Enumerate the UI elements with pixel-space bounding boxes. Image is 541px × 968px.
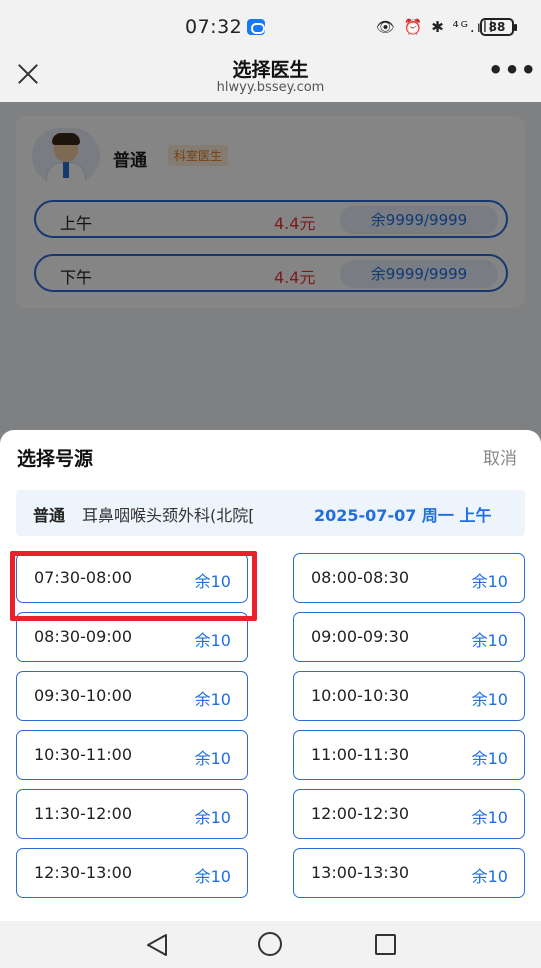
home-circle-icon[interactable] xyxy=(258,932,282,956)
slot-remaining: 余10 xyxy=(471,631,508,650)
time-slot-0900[interactable]: 09:00-09:30 余10 xyxy=(293,612,525,662)
more-menu-button[interactable]: ••• xyxy=(488,56,537,84)
info-date: 2025-07-07 周一 上午 xyxy=(314,506,492,525)
recents-square-icon[interactable] xyxy=(375,934,396,955)
slot-time: 09:30-10:00 xyxy=(34,686,132,705)
notification-app-icon xyxy=(247,19,265,35)
slot-remaining: 余10 xyxy=(471,690,508,709)
slot-remaining: 余10 xyxy=(471,867,508,886)
slot-remaining: 余10 xyxy=(471,808,508,827)
page-title: 选择医生 xyxy=(232,59,309,81)
time-slot-1130[interactable]: 11:30-12:00 余10 xyxy=(16,789,248,839)
title-bar: 选择医生 hlwyy.bssey.com ••• xyxy=(0,46,541,102)
cancel-button[interactable]: 取消 xyxy=(483,444,517,469)
time-slot-1000[interactable]: 10:00-10:30 余10 xyxy=(293,671,525,721)
slot-time: 09:00-09:30 xyxy=(311,627,409,646)
slot-time: 10:30-11:00 xyxy=(34,745,132,764)
slot-remaining: 余10 xyxy=(471,572,508,591)
appointment-info-bar: 普通 耳鼻咽喉头颈外科(北院[ 2025-07-07 周一 上午 xyxy=(16,490,525,536)
slot-remaining: 余10 xyxy=(194,867,231,886)
slot-remaining: 余10 xyxy=(194,808,231,827)
slot-time: 12:00-12:30 xyxy=(311,804,409,823)
time-slot-1230[interactable]: 12:30-13:00 余10 xyxy=(16,848,248,898)
system-status-icons: 👁 ⏰ ✱ ⁴ᴳ.ıll xyxy=(376,18,496,36)
slot-picker-sheet: 选择号源 取消 普通 耳鼻咽喉头颈外科(北院[ 2025-07-07 周一 上午… xyxy=(0,430,541,921)
time-slot-0800[interactable]: 08:00-08:30 余10 xyxy=(293,553,525,603)
info-type: 普通 xyxy=(33,506,66,525)
back-triangle-icon[interactable] xyxy=(146,933,168,957)
slot-remaining: 余10 xyxy=(471,749,508,768)
slot-time: 10:00-10:30 xyxy=(311,686,409,705)
slot-time: 13:00-13:30 xyxy=(311,863,409,882)
slot-time: 11:30-12:00 xyxy=(34,804,132,823)
time-slot-0930[interactable]: 09:30-10:00 余10 xyxy=(16,671,248,721)
battery-icon: 88 xyxy=(480,18,517,36)
time-slot-1030[interactable]: 10:30-11:00 余10 xyxy=(16,730,248,780)
slot-remaining: 余10 xyxy=(194,690,231,709)
time-slot-1200[interactable]: 12:00-12:30 余10 xyxy=(293,789,525,839)
slot-remaining: 余10 xyxy=(194,631,231,650)
status-bar: 07:32 👁 ⏰ ✱ ⁴ᴳ.ıll 88 xyxy=(0,0,541,46)
slot-time: 08:00-08:30 xyxy=(311,568,409,587)
time-slot-1300[interactable]: 13:00-13:30 余10 xyxy=(293,848,525,898)
slot-time: 12:30-13:00 xyxy=(34,863,132,882)
slot-remaining: 余10 xyxy=(194,749,231,768)
sheet-title: 选择号源 xyxy=(17,448,94,470)
selection-highlight-box xyxy=(10,551,257,621)
time-slot-1100[interactable]: 11:00-11:30 余10 xyxy=(293,730,525,780)
system-nav-bar xyxy=(0,921,541,968)
clock: 07:32 xyxy=(185,16,243,38)
info-department: 耳鼻咽喉头颈外科(北院[ xyxy=(82,506,255,525)
page-url: hlwyy.bssey.com xyxy=(216,80,325,95)
slot-time: 11:00-11:30 xyxy=(311,745,409,764)
slot-time: 08:30-09:00 xyxy=(34,627,132,646)
